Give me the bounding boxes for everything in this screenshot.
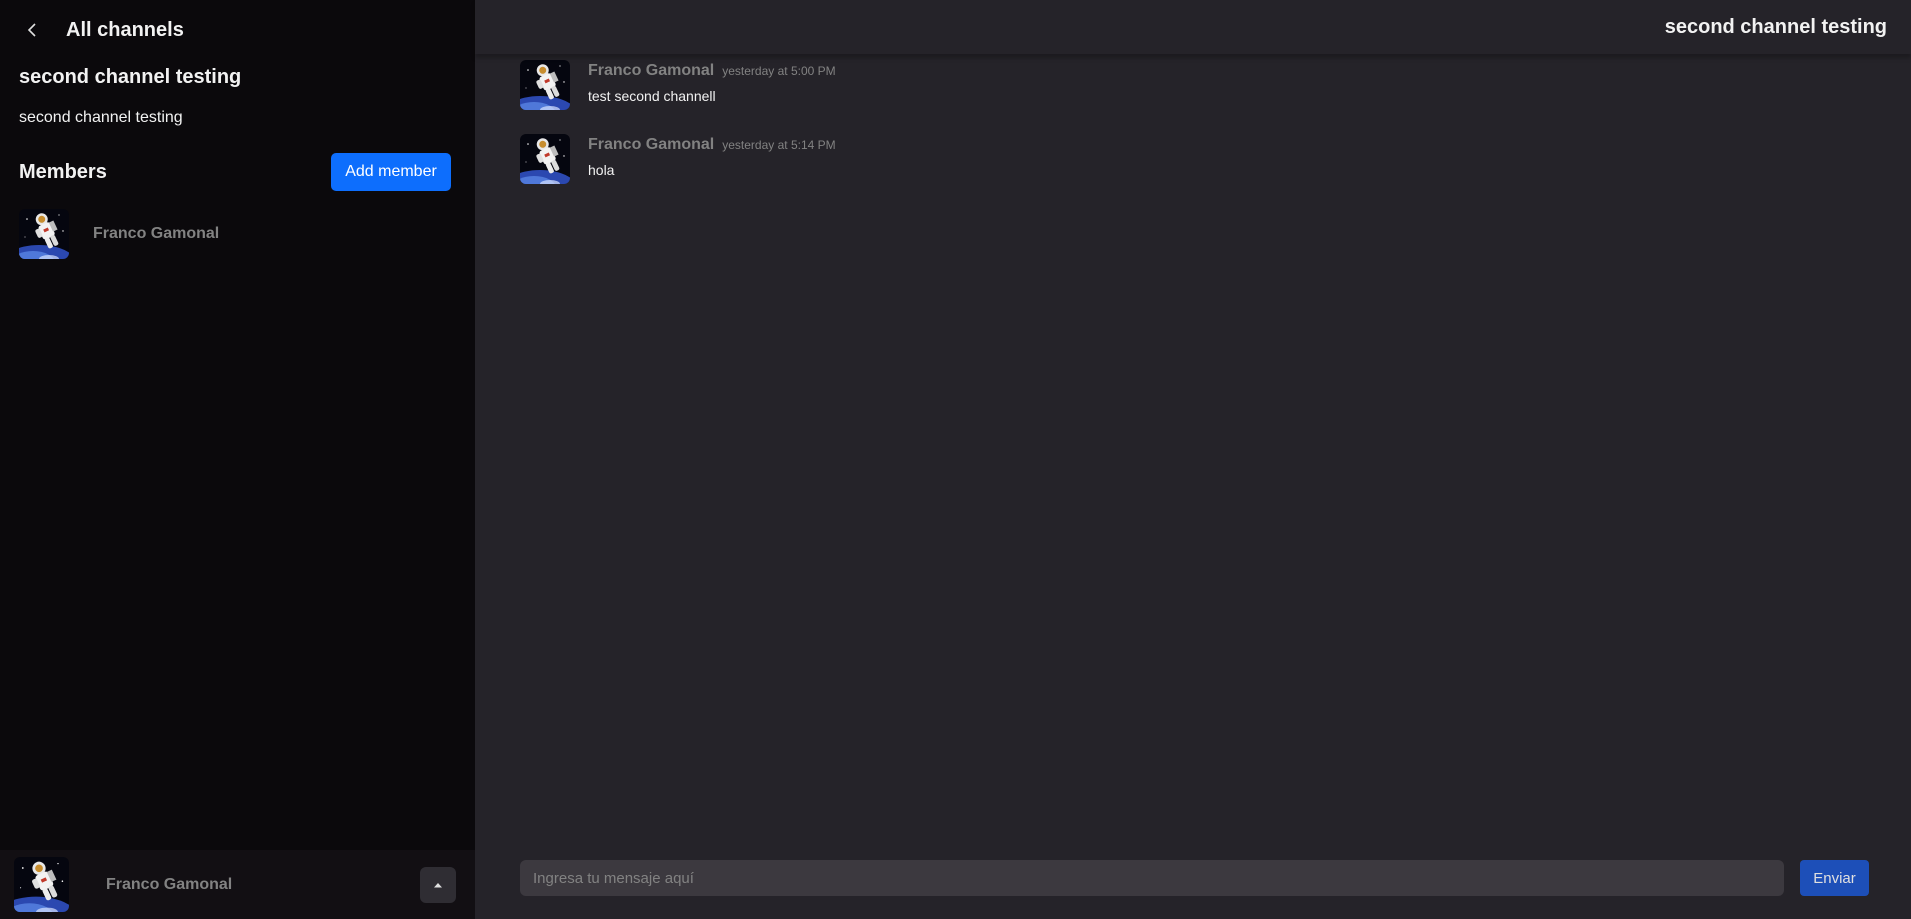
astronaut-avatar-icon — [19, 209, 69, 259]
members-header: Members Add member — [0, 153, 475, 191]
chat-channel-title: second channel testing — [1664, 15, 1887, 38]
astronaut-avatar-icon — [520, 134, 570, 184]
all-channels-title: All channels — [66, 18, 184, 41]
message-text: test second channell — [588, 88, 716, 104]
caret-up-icon — [434, 882, 442, 887]
current-user-name: Franco Gamonal — [106, 875, 233, 893]
send-button[interactable]: Enviar — [1800, 860, 1869, 896]
channel-info: second channel testing second channel te… — [0, 60, 475, 127]
message-body: Franco Gamonal yesterday at 5:14 PM hola — [588, 134, 836, 184]
user-avatar — [14, 857, 69, 912]
message-body: Franco Gamonal yesterday at 5:00 PM test… — [588, 60, 836, 110]
message-input[interactable] — [520, 860, 1784, 896]
avatar — [19, 209, 69, 259]
astronaut-avatar-icon — [14, 857, 69, 912]
sidebar: All channels second channel testing seco… — [0, 0, 475, 919]
message-text: hola — [588, 162, 615, 178]
user-menu-button[interactable] — [420, 866, 456, 903]
members-title: Members — [19, 160, 107, 183]
back-button[interactable] — [22, 20, 42, 40]
message-list: Franco Gamonal yesterday at 5:00 PM test… — [475, 54, 1911, 184]
message-timestamp: yesterday at 5:14 PM — [722, 138, 836, 152]
message-avatar — [520, 134, 570, 184]
channel-description: second channel testing — [19, 109, 183, 126]
message-item: Franco Gamonal yesterday at 5:14 PM hola — [520, 134, 1911, 184]
channel-name: second channel testing — [19, 66, 242, 88]
add-member-button[interactable]: Add member — [331, 153, 451, 191]
chevron-left-icon — [27, 23, 36, 37]
message-item: Franco Gamonal yesterday at 5:00 PM test… — [520, 60, 1911, 110]
current-user-bar: Franco Gamonal — [0, 850, 475, 919]
member-item[interactable]: Franco Gamonal — [0, 209, 475, 259]
message-meta: Franco Gamonal yesterday at 5:14 PM — [588, 136, 836, 154]
message-author: Franco Gamonal — [588, 62, 715, 79]
sidebar-header: All channels — [0, 0, 475, 60]
message-timestamp: yesterday at 5:00 PM — [722, 64, 836, 78]
message-composer: Enviar — [520, 860, 1869, 896]
astronaut-avatar-icon — [520, 60, 570, 110]
message-meta: Franco Gamonal yesterday at 5:00 PM — [588, 62, 836, 80]
member-name: Franco Gamonal — [93, 225, 220, 242]
message-avatar — [520, 60, 570, 110]
message-author: Franco Gamonal — [588, 136, 715, 153]
chat-topbar: second channel testing — [475, 0, 1911, 54]
chat-area: second channel testing Franco Gamonal ye… — [475, 0, 1911, 919]
